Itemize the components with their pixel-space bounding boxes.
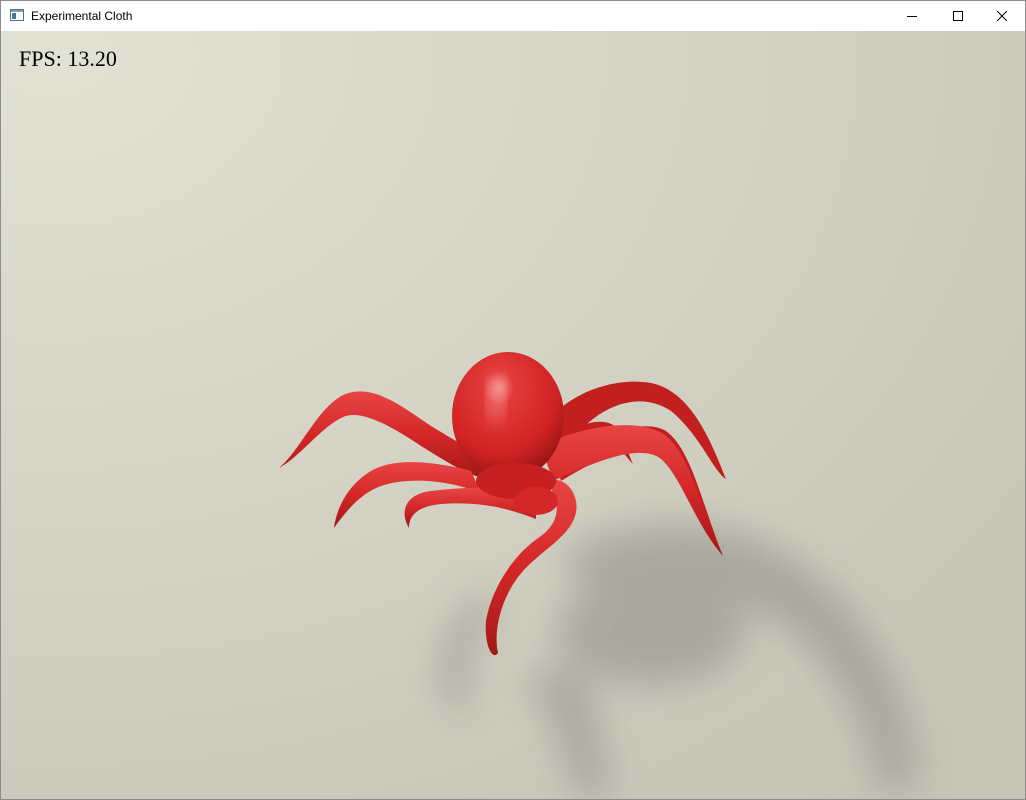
- render-viewport[interactable]: FPS: 13.20: [1, 31, 1025, 799]
- octopus-scene: [1, 31, 1025, 799]
- title-bar[interactable]: Experimental Cloth: [1, 1, 1025, 31]
- close-icon: [997, 11, 1007, 21]
- octopus-head-highlight: [489, 375, 503, 423]
- minimize-button[interactable]: [889, 1, 935, 31]
- maximize-button[interactable]: [935, 1, 981, 31]
- window-title: Experimental Cloth: [31, 9, 133, 23]
- minimize-icon: [907, 16, 917, 17]
- app-window-icon: [10, 9, 24, 21]
- maximize-icon: [953, 11, 963, 21]
- octopus-head: [452, 352, 564, 480]
- close-button[interactable]: [979, 1, 1025, 31]
- application-window: Experimental Cloth FPS: 13.20: [0, 0, 1026, 800]
- fps-counter: FPS: 13.20: [19, 46, 117, 71]
